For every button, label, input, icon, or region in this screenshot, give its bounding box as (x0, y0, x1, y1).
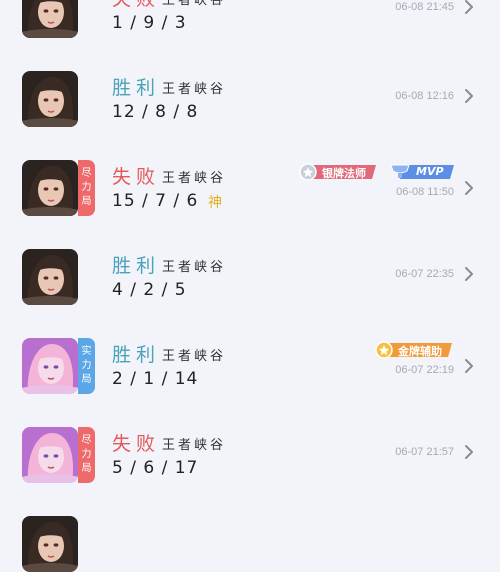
match-result: 失败 (112, 0, 160, 11)
hero-portrait (22, 249, 78, 305)
hero-portrait (22, 516, 78, 572)
badge-label: MVP (416, 165, 444, 178)
kda-score: 2 / 1 / 14 (112, 369, 199, 389)
chevron-right-icon[interactable] (464, 88, 474, 104)
game-mode: 王者峡谷 (162, 171, 227, 186)
gold-medal-badge: 金牌辅助 (374, 341, 456, 359)
match-result: 失败 (112, 433, 161, 455)
hero-portrait (22, 427, 78, 483)
silver-medal-badge: 银牌法师 (298, 163, 380, 181)
match-row[interactable]: 胜利 王者峡谷 4 / 2 / 5 06-07 22:35 (0, 234, 500, 323)
game-mode: 王者峡谷 (162, 260, 227, 275)
chevron-right-icon[interactable] (464, 180, 474, 196)
match-result: 胜利 (112, 77, 161, 99)
match-time: 06-07 21:57 (395, 446, 454, 458)
game-mode: 王者峡谷 (162, 349, 227, 364)
kda-score: 15 / 7 / 6 (112, 191, 199, 211)
match-time: 06-08 21:45 (395, 1, 454, 13)
performance-tag: 尽力局 (78, 160, 95, 216)
chevron-right-icon[interactable] (464, 358, 474, 374)
chevron-right-icon[interactable] (464, 266, 474, 282)
game-mode: 王者峡谷 (162, 438, 227, 453)
match-time: 06-08 12:16 (395, 90, 454, 102)
match-time: 06-07 22:35 (395, 268, 454, 280)
hero-portrait (22, 160, 78, 216)
performance-tag: 实力局 (78, 338, 95, 394)
match-result: 胜利 (112, 255, 161, 277)
chevron-right-icon[interactable] (464, 444, 474, 460)
match-row[interactable]: 失败王者峡谷 1 / 9 / 3 06-08 21:45 (0, 0, 500, 56)
kda-score: 5 / 6 / 17 (112, 458, 199, 478)
match-row[interactable]: 胜利 王者峡谷 12 / 8 / 8 06-08 12:16 (0, 56, 500, 145)
kda-score: 1 / 9 / 3 (112, 13, 187, 33)
badge-label: 银牌法师 (322, 167, 366, 180)
kda-score: 12 / 8 / 8 (112, 102, 199, 122)
match-row[interactable]: 实力局胜利 王者峡谷 2 / 1 / 14 金牌辅助 06-07 22:19 (0, 323, 500, 412)
match-row[interactable]: 尽力局失败 王者峡谷 5 / 6 / 17 06-07 21:57 (0, 412, 500, 501)
match-row[interactable]: 尽力局失败 王者峡谷 15 / 7 / 6 神 银牌法师 MVP 06-08 11:50 (0, 145, 500, 234)
kda-score: 4 / 2 / 5 (112, 280, 187, 300)
hero-portrait (22, 71, 78, 127)
game-mode: 王者峡谷 (162, 82, 227, 97)
match-time: 06-08 11:50 (396, 186, 454, 198)
game-mode: 王者峡谷 (162, 0, 227, 8)
badge-label: 金牌辅助 (398, 345, 442, 358)
hero-portrait (22, 338, 78, 394)
performance-tag: 尽力局 (78, 427, 95, 483)
hero-portrait (22, 0, 78, 38)
mvp-badge: MVP (388, 163, 456, 181)
chevron-right-icon[interactable] (464, 0, 474, 15)
match-result: 胜利 (112, 344, 161, 366)
match-result: 失败 (112, 166, 161, 188)
match-time: 06-07 22:19 (395, 364, 454, 376)
god-tag: 神 (208, 195, 222, 211)
